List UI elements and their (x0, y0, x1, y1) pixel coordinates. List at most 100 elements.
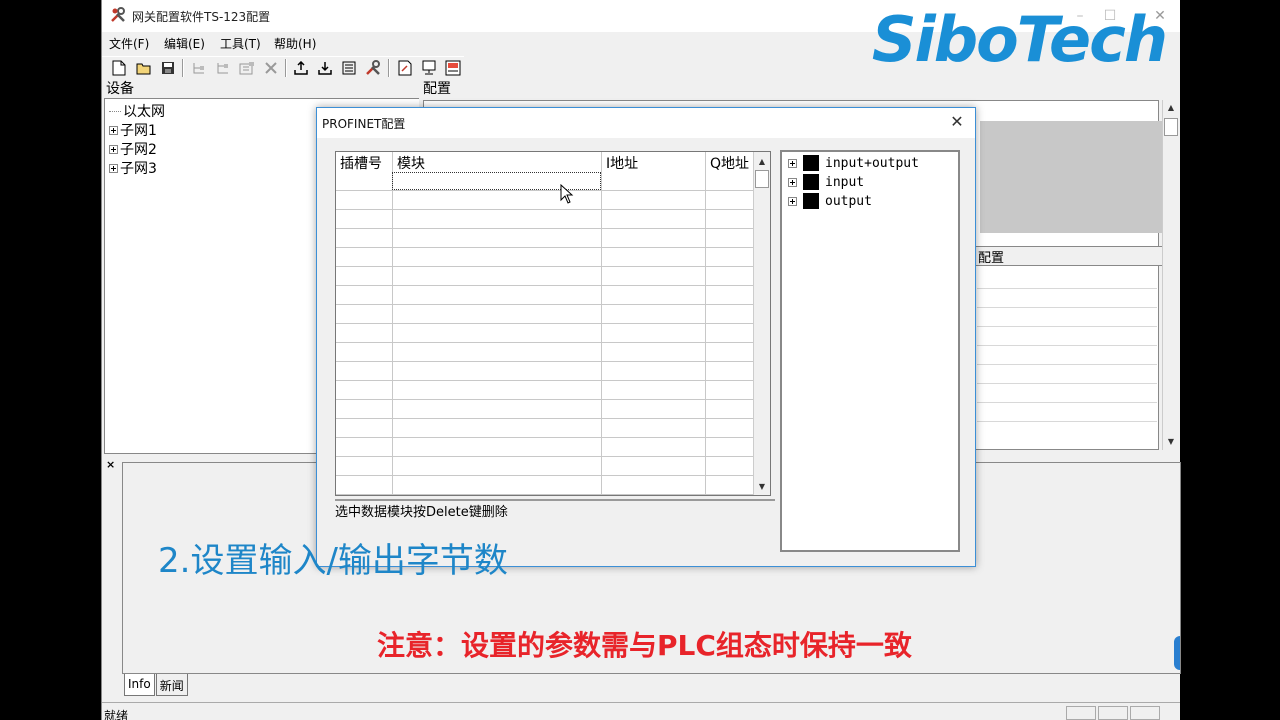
module-icon (803, 174, 819, 190)
add-node-icon[interactable] (190, 59, 208, 77)
column-header-i-address[interactable]: I地址 (602, 152, 706, 172)
tree-item-subnet2[interactable]: 子网2 (109, 139, 157, 159)
grid-row-line (336, 342, 754, 343)
expand-icon[interactable] (788, 196, 797, 206)
scroll-thumb[interactable] (1164, 118, 1178, 136)
grid-column-line (601, 152, 602, 495)
module-label: output (825, 193, 872, 209)
expand-icon[interactable] (109, 125, 118, 135)
column-header-slot[interactable]: 插槽号 (336, 152, 393, 172)
grid-row-line (336, 437, 754, 438)
menu-file[interactable]: 文件(F) (109, 35, 149, 52)
config-icon[interactable] (340, 59, 358, 77)
download-icon[interactable] (316, 59, 334, 77)
tools-icon[interactable] (364, 59, 382, 77)
grid-row-line (336, 209, 754, 210)
config-button[interactable]: 配置 (973, 246, 1163, 266)
add-child-icon[interactable] (214, 59, 232, 77)
config-header: 配置 (423, 81, 451, 97)
bottom-tabs: Info 新闻 (124, 674, 189, 698)
module-label: input (825, 174, 865, 190)
grid-line (977, 288, 1157, 289)
profinet-dialog: PROFINET配置 ✕ 插槽号 模块 I地址 Q地址 ▲ ▼ 选中数据模块按D… (316, 107, 976, 567)
export-icon[interactable] (396, 59, 414, 77)
grid-row-line (336, 304, 754, 305)
scroll-down-icon[interactable]: ▼ (1163, 434, 1179, 450)
grid-line (977, 345, 1157, 346)
grid-column-line (392, 152, 393, 495)
slot-table: 插槽号 模块 I地址 Q地址 ▲ ▼ (335, 151, 771, 496)
scroll-up-icon[interactable]: ▲ (1163, 100, 1179, 116)
scroll-up-icon[interactable]: ▲ (754, 154, 770, 170)
status-cell (1130, 706, 1160, 720)
module-icon (803, 193, 819, 209)
new-file-icon[interactable] (110, 59, 128, 77)
status-cell (1066, 706, 1096, 720)
dialog-title: PROFINET配置 (322, 117, 406, 131)
column-header-q-address[interactable]: Q地址 (706, 152, 754, 172)
tree-item-subnet3[interactable]: 子网3 (109, 158, 157, 178)
module-tree: input+output input output (780, 150, 960, 552)
tree-connector (109, 110, 121, 112)
delete-icon[interactable] (262, 59, 280, 77)
module-input-output[interactable]: input+output (788, 155, 919, 171)
grid-row-line (336, 418, 754, 419)
toolbar-separator (285, 59, 287, 77)
tree-item-ethernet[interactable]: 以太网 (109, 101, 165, 121)
column-header-module[interactable]: 模块 (393, 152, 602, 172)
menu-tools[interactable]: 工具(T) (220, 35, 261, 52)
grid-line (977, 326, 1157, 327)
close-panel-icon[interactable]: × (106, 458, 115, 471)
slot-table-scrollbar[interactable]: ▲ ▼ (753, 152, 770, 495)
tree-item-label: 以太网 (123, 104, 165, 120)
expand-icon[interactable] (109, 163, 118, 173)
tab-info[interactable]: Info (124, 674, 155, 696)
grid-line (977, 421, 1157, 422)
mouse-cursor-icon (560, 184, 574, 204)
grid-row-line (336, 494, 754, 495)
module-input[interactable]: input (788, 174, 864, 190)
grid-row-line (336, 285, 754, 286)
grid-row-line (336, 456, 754, 457)
note-annotation: 注意：设置的参数需与PLC组态时保持一致 (377, 629, 912, 662)
toolbar-separator (388, 59, 390, 77)
devices-header: 设备 (106, 81, 134, 97)
tree-item-subnet1[interactable]: 子网1 (109, 120, 157, 140)
brand-logo: SiboTech (871, 3, 1168, 76)
scroll-down-icon[interactable]: ▼ (754, 479, 770, 495)
status-cell (1098, 706, 1128, 720)
expand-icon[interactable] (788, 177, 797, 187)
scroll-thumb[interactable] (755, 170, 769, 188)
grid-line (977, 402, 1157, 403)
expand-icon[interactable] (788, 158, 797, 168)
grid-row-line (336, 380, 754, 381)
open-folder-icon[interactable] (135, 59, 153, 77)
config-grey-area (980, 121, 1162, 233)
tree-item-label: 子网1 (120, 123, 157, 139)
menu-help[interactable]: 帮助(H) (274, 35, 316, 52)
properties-icon[interactable] (238, 59, 256, 77)
debug-icon[interactable] (444, 59, 462, 77)
menu-edit[interactable]: 编辑(E) (164, 35, 205, 52)
config-scrollbar[interactable]: ▲ ▼ (1162, 100, 1179, 450)
grid-line (977, 307, 1157, 308)
grid-row-line (336, 228, 754, 229)
tree-item-label: 子网3 (120, 161, 157, 177)
toolbar (102, 56, 464, 78)
grid-line (977, 364, 1157, 365)
grid-row-line (336, 475, 754, 476)
expand-icon[interactable] (109, 144, 118, 154)
status-text: 就绪 (104, 709, 129, 720)
edge-indicator (1174, 636, 1180, 670)
window-title: 网关配置软件TS-123配置 (132, 10, 271, 24)
module-output[interactable]: output (788, 193, 872, 209)
upload-icon[interactable] (292, 59, 310, 77)
dialog-close-icon[interactable]: ✕ (947, 112, 967, 132)
toolbar-separator (182, 59, 184, 77)
grid-row-line (336, 323, 754, 324)
grid-line (977, 383, 1157, 384)
save-icon[interactable] (159, 59, 177, 77)
monitor-icon[interactable] (420, 59, 438, 77)
tab-news[interactable]: 新闻 (155, 674, 188, 696)
step-annotation: 2.设置输入/输出字节数 (158, 541, 508, 581)
